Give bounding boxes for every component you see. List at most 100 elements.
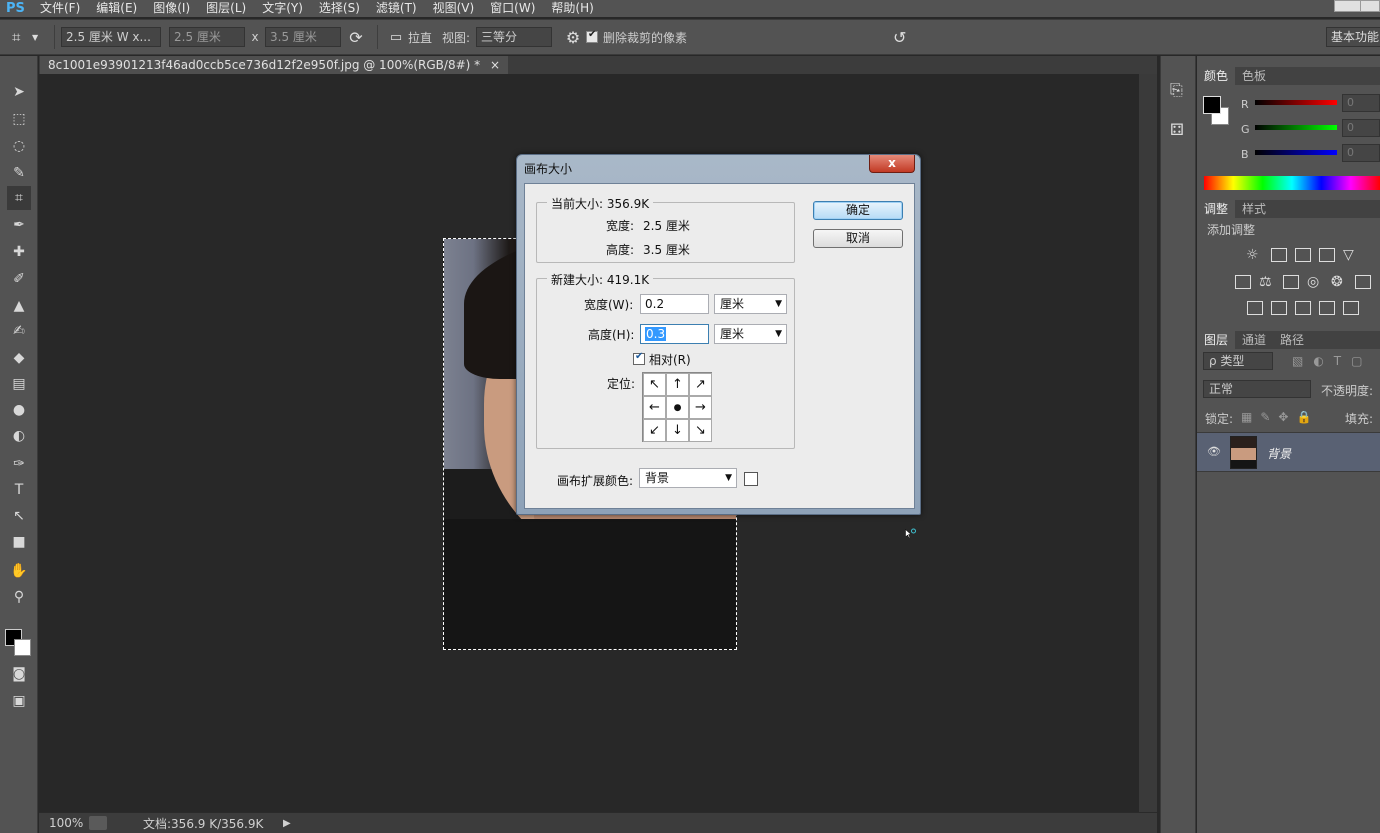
vertical-scrollbar[interactable] [1139, 74, 1157, 812]
status-icon[interactable] [89, 816, 107, 830]
levels-icon[interactable] [1271, 248, 1287, 262]
ext-color-select[interactable]: 背景 ▼ [639, 468, 737, 488]
layer-filter-select[interactable]: ρ 类型 [1203, 352, 1273, 370]
threshold-icon[interactable] [1295, 301, 1311, 315]
relative-label[interactable]: 相对(R) [649, 351, 691, 368]
slider-b[interactable]: B 0 [1197, 144, 1380, 168]
brightness-icon[interactable]: ☼ [1246, 248, 1262, 262]
width-unit-select[interactable]: 厘米 ▼ [714, 294, 787, 314]
menu-filter[interactable]: 滤镜(T) [368, 0, 425, 17]
dodge-tool-icon[interactable]: ◐ [7, 424, 31, 448]
slider-r-value[interactable]: 0 [1342, 94, 1380, 112]
anchor-top-right-icon[interactable]: ↗ [689, 373, 712, 396]
tab-layers[interactable]: 图层 [1197, 331, 1236, 349]
status-menu-arrow-icon[interactable]: ▶ [283, 818, 291, 829]
crop-tool-icon[interactable]: ⌗ [7, 186, 31, 210]
anchor-right-icon[interactable]: → [689, 396, 712, 419]
color-spectrum-bar[interactable] [1204, 176, 1380, 190]
anchor-top-icon[interactable]: ↑ [666, 373, 689, 396]
tab-swatches[interactable]: 色板 [1235, 67, 1273, 85]
layer-filter-icons[interactable]: ▧◐T▢ [1292, 354, 1372, 368]
brush-tool-icon[interactable]: ✐ [7, 267, 31, 291]
menu-edit[interactable]: 编辑(E) [88, 0, 145, 17]
straighten-label[interactable]: 拉直 [408, 29, 442, 46]
type-tool-icon[interactable]: T [7, 478, 31, 502]
menu-view[interactable]: 视图(V) [425, 0, 483, 17]
eyedropper-tool-icon[interactable]: ✒ [7, 213, 31, 237]
crop-width-field[interactable]: 2.5 厘米 [169, 27, 245, 47]
anchor-bottom-left-icon[interactable]: ↙ [643, 419, 666, 442]
restore-button[interactable] [1360, 0, 1380, 12]
color-balance-icon[interactable]: ⚖ [1259, 275, 1275, 289]
screen-mode-icon[interactable]: ▣ [7, 689, 31, 713]
marquee-tool-icon[interactable]: ⬚ [7, 107, 31, 131]
move-tool-icon[interactable]: ➤ [7, 80, 31, 104]
cancel-button[interactable]: 取消 [813, 229, 903, 248]
anchor-top-left-icon[interactable]: ↖ [643, 373, 666, 396]
swap-icon[interactable]: ⟳ [341, 28, 371, 47]
close-icon[interactable]: × [490, 58, 500, 72]
visibility-eye-icon[interactable]: 👁 [1207, 445, 1221, 458]
stamp-tool-icon[interactable]: ▲ [7, 294, 31, 318]
chevron-down-icon[interactable]: ▼ [32, 33, 48, 42]
width-input[interactable]: 0.2 [640, 294, 709, 314]
dialog-close-button[interactable]: x [869, 155, 915, 173]
workspace-select[interactable]: 基本功能 [1326, 27, 1380, 47]
zoom-tool-icon[interactable]: ⚲ [7, 585, 31, 609]
gradient-map-icon[interactable] [1343, 301, 1359, 315]
gradient-tool-icon[interactable]: ▤ [7, 372, 31, 396]
slider-b-value[interactable]: 0 [1342, 144, 1380, 162]
path-select-tool-icon[interactable]: ↖ [7, 504, 31, 528]
properties-panel-icon[interactable]: ⚃ [1170, 120, 1184, 139]
height-unit-select[interactable]: 厘米 ▼ [714, 324, 787, 344]
hand-tool-icon[interactable]: ✋ [7, 559, 31, 583]
healing-brush-tool-icon[interactable]: ✚ [7, 240, 31, 264]
tab-channels[interactable]: 通道 [1235, 331, 1273, 349]
eraser-tool-icon[interactable]: ◆ [7, 346, 31, 370]
slider-r-track[interactable] [1255, 100, 1337, 105]
slider-r[interactable]: R 0 [1197, 94, 1380, 118]
menu-select[interactable]: 选择(S) [311, 0, 368, 17]
quick-select-tool-icon[interactable]: ✎ [7, 161, 31, 185]
invert-icon[interactable] [1247, 301, 1263, 315]
crop-height-field[interactable]: 3.5 厘米 [265, 27, 341, 47]
document-tab[interactable]: 8c1001e93901213f46ad0ccb5ce736d12f2e950f… [40, 56, 509, 74]
layer-name[interactable]: 背景 [1267, 445, 1291, 462]
menu-window[interactable]: 窗口(W) [482, 0, 543, 17]
menu-file[interactable]: 文件(F) [32, 0, 88, 17]
delete-cropped-checkbox[interactable] [586, 29, 598, 43]
history-panel-icon[interactable]: ⎘ [1170, 80, 1183, 100]
crop-preset-select[interactable]: 2.5 厘米 W x... [61, 27, 161, 47]
anchor-bottom-right-icon[interactable]: ↘ [689, 419, 712, 442]
quick-mask-icon[interactable]: ◙ [7, 662, 31, 686]
view-select[interactable]: 三等分 [476, 27, 552, 47]
slider-g-value[interactable]: 0 [1342, 119, 1380, 137]
anchor-center-icon[interactable]: ● [666, 396, 689, 419]
black-white-icon[interactable] [1283, 275, 1299, 289]
ext-color-swatch[interactable] [744, 472, 758, 486]
pen-tool-icon[interactable]: ✑ [7, 452, 31, 476]
anchor-bottom-icon[interactable]: ↓ [666, 419, 689, 442]
posterize-icon[interactable] [1271, 301, 1287, 315]
ok-button[interactable]: 确定 [813, 201, 903, 220]
tab-adjustments[interactable]: 调整 [1197, 200, 1236, 218]
history-brush-tool-icon[interactable]: ✍ [7, 319, 31, 343]
slider-g[interactable]: G 0 [1197, 119, 1380, 143]
menu-layer[interactable]: 图层(L) [198, 0, 254, 17]
curves-icon[interactable] [1295, 248, 1311, 262]
tab-paths[interactable]: 路径 [1273, 331, 1311, 349]
photo-filter-icon[interactable]: ◎ [1307, 275, 1323, 289]
rectangle-tool-icon[interactable]: ■ [7, 530, 31, 554]
lasso-tool-icon[interactable]: ◌ [7, 134, 31, 158]
anchor-left-icon[interactable]: ← [643, 396, 666, 419]
menu-image[interactable]: 图像(I) [145, 0, 198, 17]
blur-tool-icon[interactable]: ● [7, 398, 31, 422]
layer-row-background[interactable]: 👁 背景 [1197, 432, 1380, 472]
menu-help[interactable]: 帮助(H) [543, 0, 601, 17]
tab-color[interactable]: 颜色 [1197, 67, 1236, 85]
tab-styles[interactable]: 样式 [1235, 200, 1273, 218]
vibrance-icon[interactable]: ▽ [1343, 248, 1359, 262]
slider-g-track[interactable] [1255, 125, 1337, 130]
channel-mixer-icon[interactable]: ❂ [1331, 275, 1347, 289]
height-input[interactable]: 0.3 [640, 324, 709, 344]
